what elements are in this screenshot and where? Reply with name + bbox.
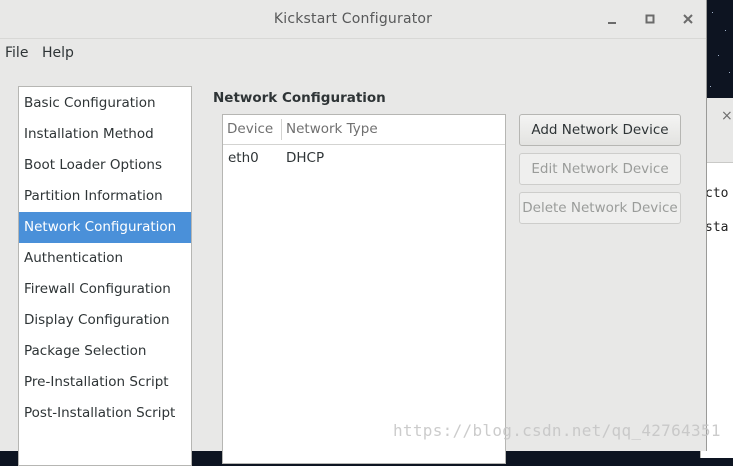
title-bar[interactable]: Kickstart Configurator bbox=[0, 0, 706, 39]
sidebar-item-partition-information[interactable]: Partition Information bbox=[19, 181, 191, 212]
sidebar-item-basic-configuration[interactable]: Basic Configuration bbox=[19, 88, 191, 119]
sidebar-item-package-selection[interactable]: Package Selection bbox=[19, 336, 191, 367]
sidebar-item-firewall-configuration[interactable]: Firewall Configuration bbox=[19, 274, 191, 305]
background-close-icon[interactable]: × bbox=[721, 108, 733, 124]
category-list: Basic Configuration Installation Method … bbox=[18, 86, 192, 466]
sidebar-item-network-configuration[interactable]: Network Configuration bbox=[19, 212, 191, 243]
watermark: https://blog.csdn.net/qq_42764351 bbox=[393, 421, 721, 440]
menu-help[interactable]: Help bbox=[42, 45, 74, 61]
sidebar-item-boot-loader-options[interactable]: Boot Loader Options bbox=[19, 150, 191, 181]
network-device-table: Device Network Type eth0 DHCP bbox=[222, 114, 506, 464]
kickstart-window: Kickstart Configurator File Help Basic C… bbox=[0, 0, 707, 466]
sidebar-item-installation-method[interactable]: Installation Method bbox=[19, 119, 191, 150]
sidebar-item-post-installation-script[interactable]: Post-Installation Script bbox=[19, 398, 191, 429]
edit-network-device-button[interactable]: Edit Network Device bbox=[519, 153, 681, 185]
column-header-network-type[interactable]: Network Type bbox=[282, 115, 502, 144]
close-icon[interactable] bbox=[677, 8, 699, 30]
sidebar-item-authentication[interactable]: Authentication bbox=[19, 243, 191, 274]
table-header: Device Network Type bbox=[223, 115, 505, 145]
cell-device: eth0 bbox=[228, 150, 259, 166]
background-text-line: cto bbox=[705, 186, 729, 201]
menu-bar: File Help bbox=[0, 38, 706, 68]
section-title: Network Configuration bbox=[213, 90, 386, 106]
cell-network-type: DHCP bbox=[286, 150, 325, 166]
background-text-line: sta bbox=[705, 220, 729, 235]
sidebar-item-display-configuration[interactable]: Display Configuration bbox=[19, 305, 191, 336]
add-network-device-button[interactable]: Add Network Device bbox=[519, 114, 681, 146]
sidebar-item-pre-installation-script[interactable]: Pre-Installation Script bbox=[19, 367, 191, 398]
menu-file[interactable]: File bbox=[5, 45, 28, 61]
minimize-icon[interactable] bbox=[601, 8, 623, 30]
column-header-device[interactable]: Device bbox=[223, 115, 281, 144]
delete-network-device-button[interactable]: Delete Network Device bbox=[519, 192, 681, 224]
maximize-icon[interactable] bbox=[639, 8, 661, 30]
